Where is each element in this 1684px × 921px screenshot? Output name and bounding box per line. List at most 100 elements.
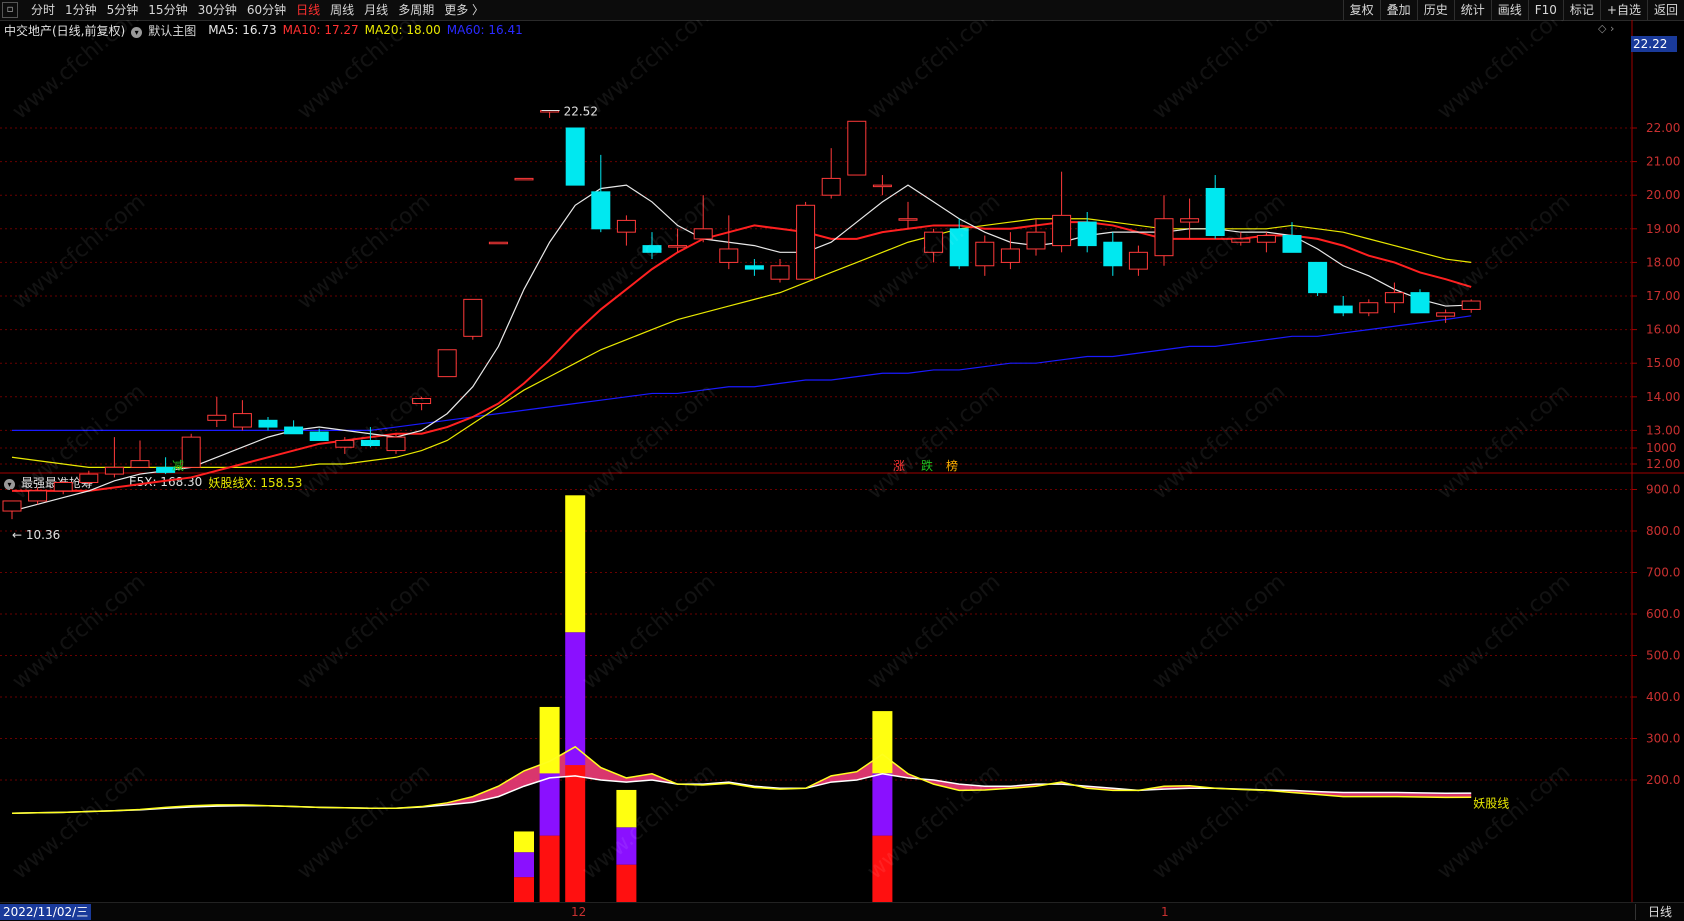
sub-tick-label: 300.0 — [1646, 732, 1680, 746]
tool-button-3[interactable]: 统计 — [1453, 0, 1491, 20]
candle-body — [1333, 305, 1353, 314]
watermark: www.cfchi.com — [863, 379, 1005, 504]
watermark: www.cfchi.com — [578, 569, 720, 694]
candle-body — [488, 241, 508, 245]
candle-body — [1103, 241, 1123, 267]
signal-bar-yellow — [565, 495, 586, 633]
period-tab-4[interactable]: 30分钟 — [193, 0, 242, 20]
tool-button-5[interactable]: F10 — [1527, 0, 1563, 20]
candle-body — [744, 265, 764, 270]
sub-tick-label: 400.0 — [1646, 690, 1680, 704]
watermark: www.cfchi.com — [8, 569, 150, 694]
signal-bar-purple — [872, 773, 893, 836]
candle-body — [975, 241, 995, 267]
y-tick-label: 12.00 — [1646, 457, 1680, 471]
period-tab-7[interactable]: 周线 — [325, 0, 359, 20]
tool-button-0[interactable]: 复权 — [1342, 0, 1380, 20]
candle-body — [770, 265, 790, 280]
signal-bar-red — [616, 864, 637, 902]
current-price-tag: 22.22 — [1631, 36, 1677, 52]
sub-tick-label: 500.0 — [1646, 649, 1680, 663]
tool-button-4[interactable]: 画线 — [1490, 0, 1528, 20]
signal-marker: 减 — [172, 459, 184, 473]
y-tick-label: 13.00 — [1646, 423, 1680, 437]
y-tick-label: 20.00 — [1646, 188, 1680, 202]
watermark: www.cfchi.com — [293, 189, 435, 314]
period-tab-3[interactable]: 15分钟 — [143, 0, 192, 20]
candle-body — [898, 218, 918, 221]
y-tick-label: 22.00 — [1646, 121, 1680, 135]
y-tick-label: 19.00 — [1646, 222, 1680, 236]
watermark: www.cfchi.com — [8, 189, 150, 314]
chart-area[interactable]: 22.00 21.00 20.00 19.00 18.00 17.00 16.00 15.00… — [0, 20, 1684, 902]
sub-tick-label: 600.0 — [1646, 607, 1680, 621]
candle-body — [1077, 221, 1097, 247]
watermark: www.cfchi.com — [1433, 20, 1575, 125]
candle-body — [104, 466, 124, 475]
candle-body — [616, 219, 636, 233]
candle-body — [872, 184, 892, 188]
watermark: www.cfchi.com — [293, 20, 435, 125]
period-tabs: 分时 1分钟 5分钟 15分钟 30分钟 60分钟 日线 周线 月线 多周期 更多 〉 — [0, 0, 489, 20]
candle-body — [1154, 218, 1174, 257]
low-label: ← 10.36 — [12, 528, 60, 542]
candle-body — [181, 436, 201, 468]
candle-body — [437, 349, 457, 378]
signal-bar-red — [539, 835, 560, 902]
period-tab-2[interactable]: 5分钟 — [102, 0, 144, 20]
candle-body — [1282, 235, 1302, 253]
watermark: www.cfchi.com — [293, 379, 435, 504]
period-tab-9[interactable]: 多周期 — [393, 0, 439, 20]
watermark: www.cfchi.com — [1433, 759, 1575, 884]
sub-tick-label: 800.0 — [1646, 524, 1680, 538]
month-tick-12: 12 — [571, 905, 587, 919]
tool-button-8[interactable]: 返回 — [1646, 0, 1684, 20]
candle-body — [1410, 292, 1430, 314]
candle-body — [1026, 231, 1046, 250]
candle-body — [847, 120, 867, 176]
y-tick-label: 16.00 — [1646, 323, 1680, 337]
signal-bar-purple — [539, 773, 560, 836]
candle-body — [130, 460, 150, 468]
period-tab-5[interactable]: 60分钟 — [242, 0, 291, 20]
candle-body — [53, 481, 73, 492]
window-menu-icon[interactable]: ▫ — [2, 2, 18, 18]
signal-bar-red — [514, 877, 534, 902]
y-tick-label: 21.00 — [1646, 155, 1680, 169]
sub-tick-label: 700.0 — [1646, 566, 1680, 580]
watermark: www.cfchi.com — [1148, 20, 1290, 125]
tool-button-6[interactable]: 标记 — [1562, 0, 1600, 20]
tool-button-7[interactable]: +自选 — [1599, 0, 1647, 20]
signal-bar-yellow — [872, 711, 893, 774]
watermark: www.cfchi.com — [1433, 189, 1575, 314]
tool-button-1[interactable]: 叠加 — [1379, 0, 1417, 20]
candle-body — [258, 419, 278, 428]
tool-button-2[interactable]: 历史 — [1416, 0, 1454, 20]
period-tab-10[interactable]: 更多 〉 — [439, 0, 489, 20]
period-tab-8[interactable]: 月线 — [359, 0, 393, 20]
period-tab-0[interactable]: 分时 — [26, 0, 60, 20]
candle-body — [591, 191, 611, 230]
watermark: www.cfchi.com — [578, 20, 720, 125]
cursor-date: 2022/11/02/三 — [0, 904, 92, 920]
period-tab-1[interactable]: 1分钟 — [60, 0, 102, 20]
candle-body — [693, 228, 713, 240]
watermark: www.cfchi.com — [1433, 379, 1575, 504]
time-axis: 2022/11/02/三 12 1 日线 — [0, 902, 1684, 921]
toolbar: ▫ 分时 1分钟 5分钟 15分钟 30分钟 60分钟 日线 周线 月线 多周期 更多 〉 复权 叠加… — [0, 0, 1684, 21]
signal-bar-yellow — [514, 831, 534, 853]
period-indicator[interactable]: 日线 — [1635, 904, 1684, 920]
candle-body — [1384, 292, 1404, 304]
signal-bar-purple — [565, 632, 586, 766]
period-tab-6[interactable]: 日线 — [291, 0, 325, 20]
candle-body — [1308, 261, 1328, 294]
candle-body — [1359, 302, 1379, 314]
watermark: www.cfchi.com — [293, 569, 435, 694]
watermark: www.cfchi.com — [1433, 569, 1575, 694]
watermark: www.cfchi.com — [1148, 379, 1290, 504]
signal-bar-red — [565, 765, 586, 902]
candle-body — [1128, 251, 1148, 270]
sub-tick-label: 200.0 — [1646, 773, 1680, 787]
y-tick-label: 17.00 — [1646, 289, 1680, 303]
candle-body — [386, 436, 406, 452]
